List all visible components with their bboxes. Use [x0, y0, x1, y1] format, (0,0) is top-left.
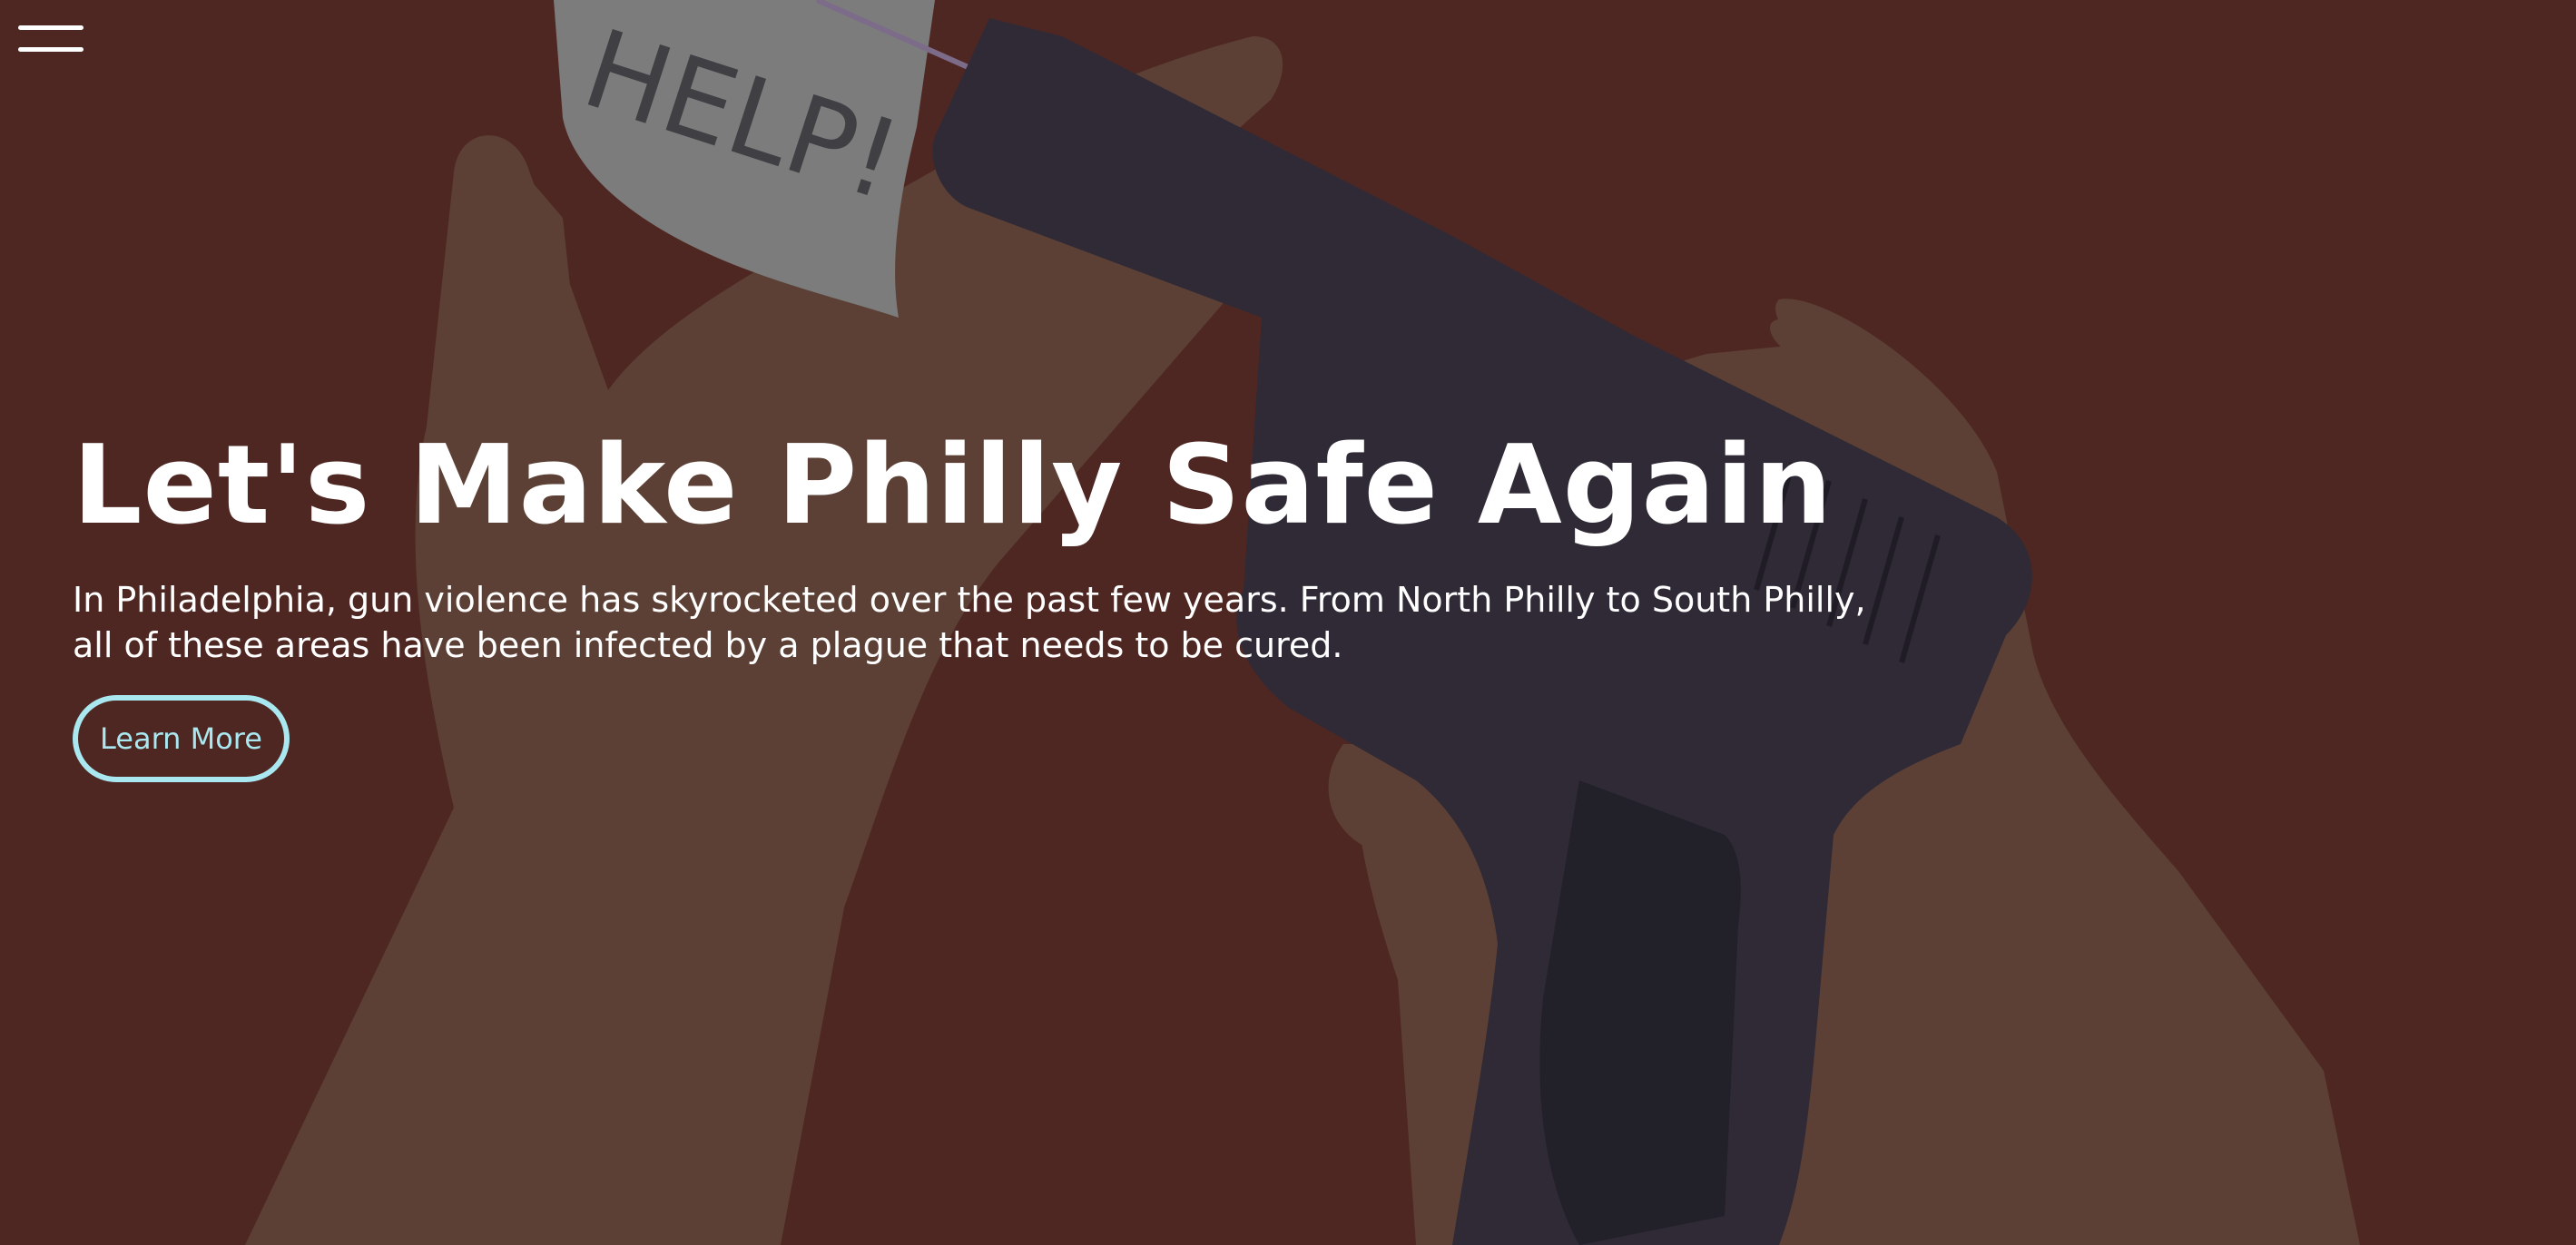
learn-more-button[interactable]: Learn More — [73, 695, 290, 782]
gun-grip-shape — [1539, 780, 1741, 1245]
hero-section: HELP! Let's Make Philly Safe Again In Ph… — [0, 0, 2576, 1245]
menu-bar-top — [18, 25, 84, 30]
hero-headline: Let's Make Philly Safe Again — [73, 423, 1834, 549]
hamburger-menu-icon[interactable] — [18, 25, 85, 56]
hero-subtitle: In Philadelphia, gun violence has skyroc… — [73, 580, 1866, 665]
hero-content: Let's Make Philly Safe Again In Philadel… — [73, 419, 1979, 782]
menu-bar-bottom — [18, 47, 84, 52]
